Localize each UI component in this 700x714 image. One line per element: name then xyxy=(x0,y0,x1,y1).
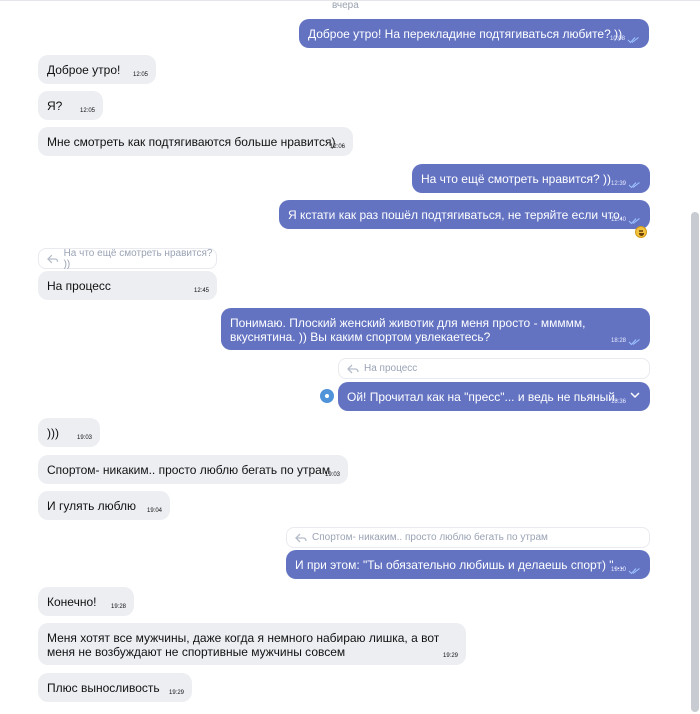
incoming-message[interactable]: Доброе утро! 12:05 xyxy=(38,55,156,84)
quote-text: На процесс xyxy=(364,363,418,374)
incoming-message[interactable]: И гулять люблю 19:04 xyxy=(38,491,170,520)
message-text: Я? xyxy=(47,98,63,113)
message-time: 19:29 xyxy=(442,653,458,659)
message-time: 18:36 xyxy=(610,399,626,405)
incoming-message[interactable]: Конечно! 19:28 xyxy=(38,587,134,616)
message-time: 12:05 xyxy=(132,72,148,78)
reply-quote[interactable]: На процесс xyxy=(338,358,650,379)
message-time: 19:29 xyxy=(168,690,184,696)
incoming-message[interactable]: Спортом- никаким.. просто люблю бегать п… xyxy=(38,455,348,484)
chevron-down-icon[interactable] xyxy=(630,392,640,399)
laughing-emoji-icon[interactable] xyxy=(635,226,647,238)
double-check-icon xyxy=(628,339,640,346)
quote-text: На что ещё смотреть нравится? )) xyxy=(63,247,213,270)
outgoing-message[interactable]: На что ещё смотреть нравится? )) 12:39 xyxy=(412,164,650,193)
outgoing-message[interactable]: Доброе утро! На перекладине подтягиватьс… xyxy=(299,19,649,48)
message-time: 19:10 xyxy=(610,567,626,573)
double-check-icon xyxy=(628,218,640,225)
outgoing-message[interactable]: Ой! Прочитал как на "пресс"... и ведь не… xyxy=(338,382,650,411)
date-separator: вчера xyxy=(332,0,359,11)
message-text: На процесс xyxy=(47,278,111,293)
message-text: Доброе утро! На перекладине подтягиватьс… xyxy=(308,26,623,41)
message-text: Понимаю. Плоский женский животик для мен… xyxy=(230,316,586,344)
message-text: И гулять люблю xyxy=(47,498,136,513)
message-time: 19:04 xyxy=(146,508,162,514)
incoming-message[interactable]: Мне смотреть как подтягиваются больше нр… xyxy=(38,127,353,156)
double-check-icon xyxy=(627,37,639,44)
message-text: ))) xyxy=(47,425,59,440)
message-time: 12:45 xyxy=(193,288,209,294)
reply-quote[interactable]: Спортом- никаким.. просто люблю бегать п… xyxy=(286,527,650,548)
message-time: 12:40 xyxy=(610,217,626,223)
message-text: Ой! Прочитал как на "пресс"... и ведь не… xyxy=(347,389,619,404)
message-text: Я кстати как раз пошёл подтягиваться, не… xyxy=(288,207,623,222)
outgoing-message[interactable]: Понимаю. Плоский женский животик для мен… xyxy=(221,308,650,350)
message-text: Доброе утро! xyxy=(47,62,121,77)
outgoing-message[interactable]: И при этом: "Ты обязательно любишь и дел… xyxy=(286,550,650,579)
message-time: 19:03 xyxy=(76,435,92,441)
reply-quote[interactable]: На что ещё смотреть нравится? )) xyxy=(38,247,217,270)
message-time: 12:06 xyxy=(329,144,345,150)
incoming-message[interactable]: Меня хотят все мужчины, даже когда я нем… xyxy=(38,623,466,665)
message-text: Спортом- никаким.. просто люблю бегать п… xyxy=(47,462,331,477)
message-text: Плюс выносливость xyxy=(47,680,160,695)
reply-arrow-icon xyxy=(347,364,359,373)
message-text: На что ещё смотреть нравится? )) xyxy=(421,171,611,186)
scrollbar-thumb[interactable] xyxy=(691,212,699,712)
incoming-message[interactable]: Я? 12:05 xyxy=(38,91,103,120)
message-time: 12:05 xyxy=(79,108,95,114)
message-time: 19:28 xyxy=(110,604,126,610)
message-time: 19:03 xyxy=(324,472,340,478)
outgoing-message[interactable]: Я кстати как раз пошёл подтягиваться, не… xyxy=(279,200,650,229)
reply-arrow-icon xyxy=(295,533,307,542)
double-check-icon xyxy=(628,568,640,575)
incoming-message[interactable]: На процесс 12:45 xyxy=(38,271,217,300)
message-text: Мне смотреть как подтягиваются больше нр… xyxy=(47,134,336,149)
message-text: Конечно! xyxy=(47,594,97,609)
double-check-icon xyxy=(628,182,640,189)
incoming-message[interactable]: Плюс выносливость 19:29 xyxy=(38,673,192,702)
incoming-message[interactable]: ))) 19:03 xyxy=(38,418,100,447)
message-time: 18:28 xyxy=(610,338,626,344)
quote-text: Спортом- никаким.. просто люблю бегать п… xyxy=(312,532,548,543)
message-time: 12:39 xyxy=(610,181,626,187)
message-time: 10:08 xyxy=(609,36,625,42)
reply-arrow-icon xyxy=(47,254,59,263)
read-status-icon xyxy=(320,389,334,403)
message-text: И при этом: "Ты обязательно любишь и дел… xyxy=(295,557,624,572)
message-text: Меня хотят все мужчины, даже когда я нем… xyxy=(47,631,440,659)
